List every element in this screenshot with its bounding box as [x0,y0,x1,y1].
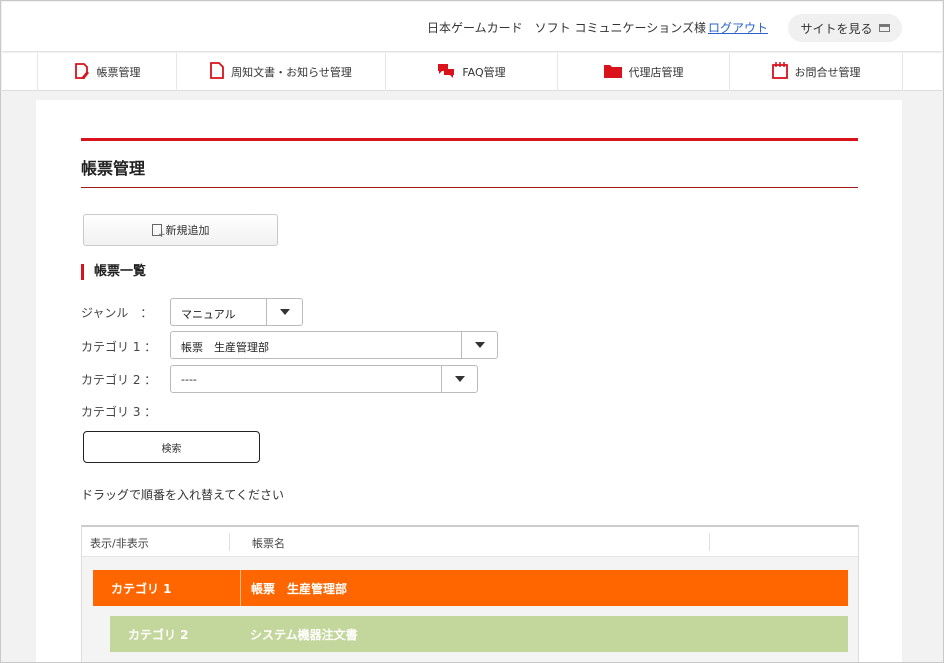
nav-label: 代理店管理 [628,66,684,79]
add-new-label: 新規追加 [165,224,210,237]
nav-item-inquiries[interactable]: お問合せ管理 [729,53,903,91]
chevron-down-icon [461,332,497,358]
genre-value: マニュアル [181,308,236,321]
row-level: カテゴリ 1 [111,581,172,596]
header-form-name: 帳票名 [252,537,285,550]
folder-icon [603,64,622,81]
row-level: カテゴリ 2 [128,627,189,642]
logout-link[interactable]: ログアウト [708,19,768,36]
app-window: 日本ゲームカード ソフト コミュニケーションズ様 ログアウト サイトを見る 帳票… [0,0,944,663]
nav-label: FAQ管理 [462,66,506,79]
category1-value: 帳票 生産管理部 [181,341,269,354]
nav-label: 帳票管理 [96,66,141,79]
drag-instruction: ドラッグで順番を入れ替えてください [81,488,285,502]
page-title: 帳票管理 [81,159,146,178]
header-divider [709,533,710,551]
table-row[interactable]: カテゴリ 1 帳票 生産管理部 [93,570,848,606]
header-visibility: 表示/非表示 [90,537,149,550]
table-header: 表示/非表示 帳票名 [82,527,858,557]
nav-item-forms[interactable]: 帳票管理 [37,53,176,91]
genre-select[interactable]: マニュアル [170,298,303,326]
add-document-icon [151,224,166,240]
search-button[interactable]: 検索 [83,431,260,463]
category2-label: カテゴリ 2 ： [81,373,157,387]
notepad-icon [771,62,788,82]
table-row[interactable]: カテゴリ 2 システム機器注文書 [110,616,848,652]
title-bottom-rule [81,187,858,188]
add-new-button[interactable]: 新規追加 [83,214,278,246]
row-name: 帳票 生産管理部 [251,581,348,596]
category3-label: カテゴリ 3 ： [81,405,157,419]
document-icon [210,62,225,82]
category1-label: カテゴリ 1 ： [81,340,157,354]
forms-table: 表示/非表示 帳票名 カテゴリ 1 帳票 生産管理部 カテゴリ 2 システム機器… [81,525,859,662]
category2-value: ---- [181,373,197,386]
view-site-button[interactable]: サイトを見る [788,14,902,42]
nav-label: お問合せ管理 [794,66,861,79]
window-icon [878,24,890,32]
section-title: 帳票一覧 [81,264,146,280]
category1-select[interactable]: 帳票 生産管理部 [170,331,498,359]
row-divider [240,570,241,606]
main-nav: 帳票管理 周知文書・お知らせ管理 FAQ管理 代理店管理 お問合せ管理 [2,53,942,91]
header-divider [229,533,230,551]
nav-item-notices[interactable]: 周知文書・お知らせ管理 [176,53,385,91]
genre-label: ジャンル ： [81,306,153,320]
view-site-label: サイトを見る [800,21,873,36]
category2-select[interactable]: ---- [170,365,478,393]
title-top-rule [81,138,858,141]
nav-label: 周知文書・お知らせ管理 [231,66,352,79]
nav-item-faq[interactable]: FAQ管理 [385,53,557,91]
nav-item-agencies[interactable]: 代理店管理 [557,53,729,91]
row-name: システム機器注文書 [250,627,358,642]
chat-bubbles-icon [437,63,455,81]
top-bar: 日本ゲームカード ソフト コミュニケーションズ様 ログアウト サイトを見る [2,2,942,52]
form-edit-icon [74,62,90,82]
company-name: 日本ゲームカード ソフト コミュニケーションズ様 [427,21,706,35]
main-content: 帳票管理 新規追加 帳票一覧 ジャンル ： マニュアル カテゴリ 1 ： 帳票 … [36,100,902,662]
chevron-down-icon [266,299,302,325]
chevron-down-icon [441,366,477,392]
